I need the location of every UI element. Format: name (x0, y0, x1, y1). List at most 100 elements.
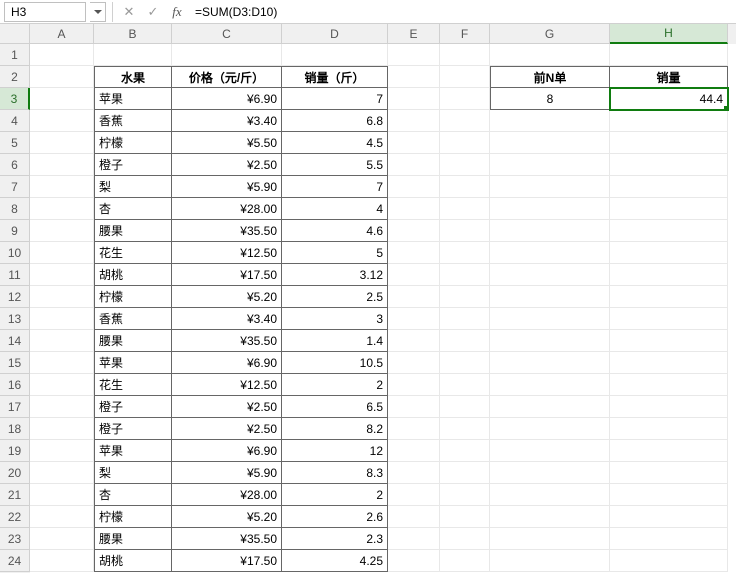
cell-A15[interactable] (30, 352, 94, 374)
cell-H9[interactable] (610, 220, 728, 242)
cell-G14[interactable] (490, 330, 610, 352)
confirm-icon[interactable]: ✓ (143, 2, 163, 22)
cell-fruit-5[interactable]: 柠檬 (94, 132, 172, 154)
cell-F15[interactable] (440, 352, 490, 374)
cell-F8[interactable] (440, 198, 490, 220)
cell-qty-19[interactable]: 12 (282, 440, 388, 462)
cell-qty-15[interactable]: 10.5 (282, 352, 388, 374)
cell-F1[interactable] (440, 44, 490, 66)
cell-H22[interactable] (610, 506, 728, 528)
cell-price-5[interactable]: ¥5.50 (172, 132, 282, 154)
cell-E4[interactable] (388, 110, 440, 132)
row-header-9[interactable]: 9 (0, 220, 30, 242)
cell-H18[interactable] (610, 418, 728, 440)
cell-G5[interactable] (490, 132, 610, 154)
cell-G7[interactable] (490, 176, 610, 198)
cell-F2[interactable] (440, 66, 490, 88)
cell-price-18[interactable]: ¥2.50 (172, 418, 282, 440)
column-header-B[interactable]: B (94, 24, 172, 44)
cell-A19[interactable] (30, 440, 94, 462)
cell-fruit-4[interactable]: 香蕉 (94, 110, 172, 132)
cell-fruit-15[interactable]: 苹果 (94, 352, 172, 374)
cell-price-17[interactable]: ¥2.50 (172, 396, 282, 418)
cell-price-6[interactable]: ¥2.50 (172, 154, 282, 176)
cell-price-9[interactable]: ¥35.50 (172, 220, 282, 242)
column-header-G[interactable]: G (490, 24, 610, 44)
cell-E5[interactable] (388, 132, 440, 154)
cell-fruit-21[interactable]: 杏 (94, 484, 172, 506)
select-all-corner[interactable] (0, 24, 30, 44)
cell-G11[interactable] (490, 264, 610, 286)
cell-G6[interactable] (490, 154, 610, 176)
cell-A6[interactable] (30, 154, 94, 176)
cell-A16[interactable] (30, 374, 94, 396)
row-header-13[interactable]: 13 (0, 308, 30, 330)
cell-qty-3[interactable]: 7 (282, 88, 388, 110)
column-header-A[interactable]: A (30, 24, 94, 44)
cell-F23[interactable] (440, 528, 490, 550)
row-header-23[interactable]: 23 (0, 528, 30, 550)
cell-G15[interactable] (490, 352, 610, 374)
row-header-20[interactable]: 20 (0, 462, 30, 484)
cell-fruit-7[interactable]: 梨 (94, 176, 172, 198)
cell-qty-22[interactable]: 2.6 (282, 506, 388, 528)
cell-A14[interactable] (30, 330, 94, 352)
cell-H17[interactable] (610, 396, 728, 418)
cell-price-16[interactable]: ¥12.50 (172, 374, 282, 396)
cell-H19[interactable] (610, 440, 728, 462)
header-fruit[interactable]: 水果 (94, 66, 172, 88)
column-header-D[interactable]: D (282, 24, 388, 44)
cell-F13[interactable] (440, 308, 490, 330)
row-header-7[interactable]: 7 (0, 176, 30, 198)
cell-H11[interactable] (610, 264, 728, 286)
cell-E3[interactable] (388, 88, 440, 110)
cell-H13[interactable] (610, 308, 728, 330)
cell-E12[interactable] (388, 286, 440, 308)
cell-qty-4[interactable]: 6.8 (282, 110, 388, 132)
row-header-10[interactable]: 10 (0, 242, 30, 264)
cell-G19[interactable] (490, 440, 610, 462)
cell-F11[interactable] (440, 264, 490, 286)
cell-F9[interactable] (440, 220, 490, 242)
cell-A2[interactable] (30, 66, 94, 88)
cell-H20[interactable] (610, 462, 728, 484)
cell-A7[interactable] (30, 176, 94, 198)
cell-F6[interactable] (440, 154, 490, 176)
cell-H7[interactable] (610, 176, 728, 198)
cell-price-14[interactable]: ¥35.50 (172, 330, 282, 352)
cell-fruit-3[interactable]: 苹果 (94, 88, 172, 110)
cell-G20[interactable] (490, 462, 610, 484)
cell-price-19[interactable]: ¥6.90 (172, 440, 282, 462)
cell-fruit-11[interactable]: 胡桃 (94, 264, 172, 286)
cell-A21[interactable] (30, 484, 94, 506)
cell-G10[interactable] (490, 242, 610, 264)
cell-A13[interactable] (30, 308, 94, 330)
cell-G16[interactable] (490, 374, 610, 396)
cell-H21[interactable] (610, 484, 728, 506)
column-header-C[interactable]: C (172, 24, 282, 44)
row-header-6[interactable]: 6 (0, 154, 30, 176)
cell-price-20[interactable]: ¥5.90 (172, 462, 282, 484)
cancel-icon[interactable]: ✕ (119, 2, 139, 22)
cell-A3[interactable] (30, 88, 94, 110)
header-sum-qty[interactable]: 销量 (610, 66, 728, 88)
row-header-24[interactable]: 24 (0, 550, 30, 572)
cell-H12[interactable] (610, 286, 728, 308)
cell-A4[interactable] (30, 110, 94, 132)
cell-price-12[interactable]: ¥5.20 (172, 286, 282, 308)
cell-F4[interactable] (440, 110, 490, 132)
cell-fruit-6[interactable]: 橙子 (94, 154, 172, 176)
cell-qty-24[interactable]: 4.25 (282, 550, 388, 572)
cell-fruit-14[interactable]: 腰果 (94, 330, 172, 352)
column-header-H[interactable]: H (610, 24, 728, 44)
row-header-2[interactable]: 2 (0, 66, 30, 88)
formula-input[interactable] (191, 2, 732, 22)
cell-E16[interactable] (388, 374, 440, 396)
cell-fruit-17[interactable]: 橙子 (94, 396, 172, 418)
cell-H5[interactable] (610, 132, 728, 154)
row-header-3[interactable]: 3 (0, 88, 30, 110)
cell-fruit-24[interactable]: 胡桃 (94, 550, 172, 572)
cell-price-22[interactable]: ¥5.20 (172, 506, 282, 528)
cell-F10[interactable] (440, 242, 490, 264)
cell-C1[interactable] (172, 44, 282, 66)
